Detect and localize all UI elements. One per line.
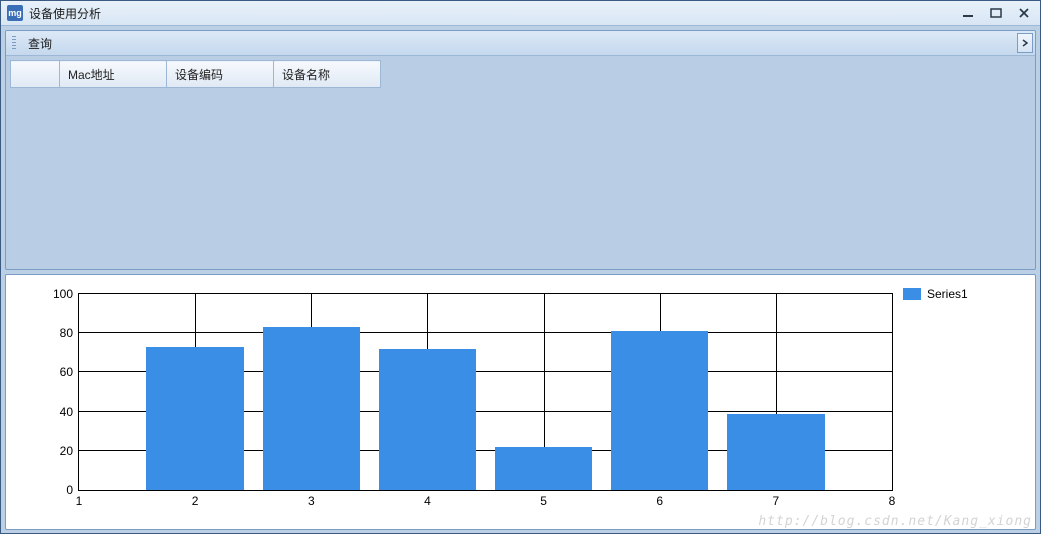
chevron-right-icon bbox=[1021, 38, 1029, 48]
x-tick-label: 5 bbox=[534, 490, 554, 508]
close-icon bbox=[1017, 7, 1031, 19]
y-tick-label: 60 bbox=[33, 365, 79, 379]
toolbar: 查询 bbox=[6, 31, 1035, 56]
window-title: 设备使用分析 bbox=[29, 5, 958, 22]
maximize-button[interactable] bbox=[986, 6, 1006, 20]
chart-bar bbox=[495, 447, 593, 490]
chart-bar bbox=[727, 414, 825, 490]
chart-bar bbox=[379, 349, 477, 490]
minimize-button[interactable] bbox=[958, 6, 978, 20]
y-tick-label: 40 bbox=[33, 405, 79, 419]
x-tick-label: 2 bbox=[185, 490, 205, 508]
legend-item: Series1 bbox=[903, 287, 1023, 301]
chart-plot: 02040608010012345678 bbox=[78, 293, 893, 491]
x-tick-label: 7 bbox=[766, 490, 786, 508]
chart-bar bbox=[263, 327, 361, 490]
data-grid[interactable]: Mac地址 设备编码 设备名称 bbox=[10, 60, 381, 88]
app-window: mg 设备使用分析 查询 bbox=[0, 0, 1041, 534]
grid-column-header[interactable]: Mac地址 bbox=[60, 61, 167, 88]
y-tick-label: 100 bbox=[33, 287, 79, 301]
chart-area: 02040608010012345678 bbox=[18, 283, 903, 521]
minimize-icon bbox=[961, 8, 975, 18]
grid-row-selector-header[interactable] bbox=[11, 61, 60, 88]
title-bar[interactable]: mg 设备使用分析 bbox=[1, 1, 1040, 26]
legend-label: Series1 bbox=[927, 287, 968, 301]
x-tick-label: 6 bbox=[650, 490, 670, 508]
maximize-icon bbox=[989, 7, 1003, 19]
legend-swatch-icon bbox=[903, 288, 921, 300]
chart-panel: 02040608010012345678 Series1 bbox=[5, 274, 1036, 530]
grid-header-row: Mac地址 设备编码 设备名称 bbox=[11, 61, 381, 88]
x-tick-label: 1 bbox=[69, 490, 89, 508]
chart-bar bbox=[611, 331, 709, 490]
x-tick-label: 8 bbox=[882, 490, 902, 508]
toolbar-overflow-button[interactable] bbox=[1017, 33, 1033, 53]
app-icon: mg bbox=[7, 5, 23, 21]
chart-legend: Series1 bbox=[903, 283, 1023, 521]
query-button[interactable]: 查询 bbox=[22, 33, 58, 54]
chart-bar bbox=[146, 347, 244, 490]
top-panel: 查询 Mac地址 设备编码 设备名称 bbox=[5, 30, 1036, 270]
x-tick-label: 3 bbox=[301, 490, 321, 508]
x-tick-label: 4 bbox=[417, 490, 437, 508]
y-tick-label: 80 bbox=[33, 326, 79, 340]
grid-column-header[interactable]: 设备名称 bbox=[274, 61, 381, 88]
close-button[interactable] bbox=[1014, 6, 1034, 20]
y-tick-label: 20 bbox=[33, 444, 79, 458]
toolbar-grip-icon bbox=[12, 36, 16, 50]
grid-column-header[interactable]: 设备编码 bbox=[167, 61, 274, 88]
